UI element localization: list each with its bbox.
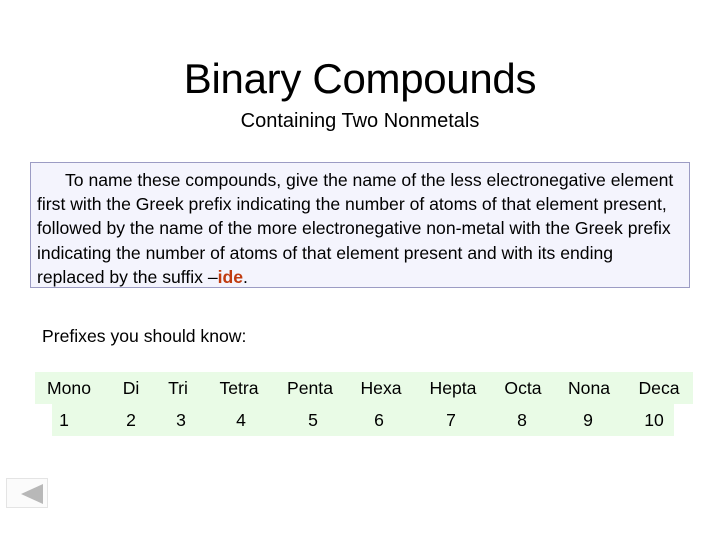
prefix-name: Hexa — [360, 378, 402, 398]
prefix-name: Hepta — [429, 378, 477, 398]
prefix-number: 3 — [176, 410, 186, 430]
prefix-number: 4 — [236, 410, 246, 430]
prefix-name: Nona — [567, 378, 611, 398]
prefix-number: 2 — [126, 410, 136, 430]
prefix-names-row: Mono Di Tri Tetra Penta Hexa Hepta Octa … — [35, 372, 693, 404]
naming-rule-box: To name these compounds, give the name o… — [30, 162, 690, 288]
prefix-name: Mono — [46, 378, 92, 398]
suffix-highlight: ide — [217, 266, 244, 287]
slide-title: Binary Compounds — [183, 55, 537, 102]
prefix-name: Di — [122, 378, 140, 398]
prefix-name: Tetra — [219, 378, 259, 398]
prefix-number: 7 — [446, 410, 456, 430]
prefix-number: 8 — [517, 410, 527, 430]
prefix-number: 1 — [59, 410, 69, 430]
previous-slide-button[interactable] — [6, 478, 48, 508]
slide-subtitle: Containing Two Nonmetals — [240, 110, 480, 132]
prefix-name: Penta — [287, 378, 333, 398]
naming-rule-text: To name these compounds, give the name o… — [37, 170, 674, 287]
prefix-name: Octa — [504, 378, 542, 398]
prefix-number: 10 — [644, 410, 664, 430]
naming-rule-end: . — [243, 266, 248, 287]
prefix-name: Deca — [638, 378, 680, 398]
prefix-number: 9 — [583, 410, 593, 430]
prefix-number: 6 — [374, 410, 384, 430]
prefix-numbers-row: 1 2 3 4 5 6 7 8 9 10 — [52, 404, 674, 436]
prefixes-heading: Prefixes you should know: — [42, 326, 247, 346]
prefix-name: Tri — [168, 378, 188, 398]
prefix-number: 5 — [308, 410, 318, 430]
triangle-left-icon — [21, 484, 43, 504]
